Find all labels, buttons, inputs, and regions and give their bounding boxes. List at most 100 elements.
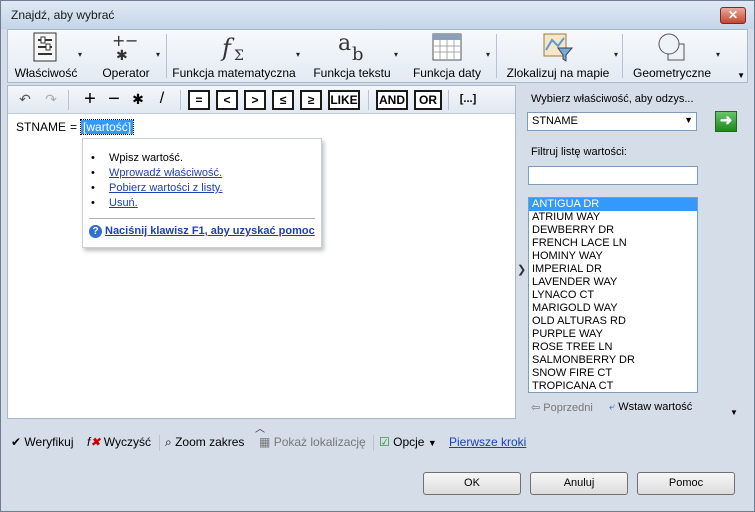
- ribbon-separator: [496, 34, 497, 78]
- ribbon-separator: [166, 34, 167, 78]
- list-item[interactable]: PURPLE WAY: [529, 328, 697, 341]
- list-item[interactable]: MARIGOLD WAY: [529, 302, 697, 315]
- expression-text[interactable]: STNAME = [wartość]: [16, 119, 135, 135]
- and-button[interactable]: AND: [376, 90, 408, 110]
- chevron-down-icon[interactable]: ▾: [78, 50, 82, 59]
- hint-text: Wpisz wartość.: [109, 152, 183, 164]
- zoom-label: Zoom zakres: [175, 435, 245, 449]
- list-item[interactable]: OLD ALTURAS RD: [529, 315, 697, 328]
- plus-button[interactable]: +: [80, 89, 100, 110]
- expression-operator[interactable]: =: [70, 120, 77, 134]
- filter-input[interactable]: [528, 166, 698, 185]
- insert-value-label: Wstaw wartość: [618, 401, 693, 413]
- list-item[interactable]: LYNACO CT: [529, 289, 697, 302]
- ribbon-label: Właściwość: [14, 66, 78, 80]
- list-item[interactable]: FRENCH LACE LN: [529, 237, 697, 250]
- list-item[interactable]: SNOW FIRE CT: [529, 367, 697, 380]
- chevron-down-icon[interactable]: ▾: [716, 50, 720, 59]
- ribbon-date-function-button[interactable]: Funkcja daty ▾: [404, 30, 490, 82]
- chevron-down-icon[interactable]: ▾: [486, 50, 490, 59]
- list-item[interactable]: HOMINY WAY: [529, 250, 697, 263]
- window-title: Znajdź, aby wybrać: [11, 8, 115, 22]
- redo-icon[interactable]: ↷: [40, 90, 62, 110]
- minus-button[interactable]: −: [104, 89, 124, 110]
- zoom-extent-button[interactable]: ⌕ Zoom zakres: [165, 435, 244, 450]
- getting-started-link[interactable]: Pierwsze kroki: [449, 435, 526, 449]
- ribbon-operator-button[interactable]: + − ✱ Operator ▾: [92, 30, 160, 82]
- chevron-down-icon[interactable]: ▾: [296, 50, 300, 59]
- insert-value-button[interactable]: ⤶ Wstaw wartość: [609, 401, 692, 414]
- chevron-down-icon: ▼: [427, 438, 437, 448]
- equals-button[interactable]: =: [188, 90, 210, 110]
- undo-icon[interactable]: ↶: [14, 90, 36, 110]
- less-equal-button[interactable]: ≤: [272, 90, 294, 110]
- svg-text:Σ: Σ: [234, 48, 244, 62]
- greater-equal-button[interactable]: ≥: [300, 90, 322, 110]
- options-dropdown[interactable]: ☑ Opcje ▼: [379, 435, 437, 449]
- chevron-down-icon[interactable]: ▼: [684, 115, 693, 125]
- ribbon-overflow-icon[interactable]: ▼: [737, 71, 745, 80]
- list-item[interactable]: DEWBERRY DR: [529, 224, 697, 237]
- list-item[interactable]: ANTIGUA DR: [529, 198, 697, 211]
- arrow-right-icon: ➜: [719, 112, 733, 129]
- ribbon-geometry-button[interactable]: Geometryczne ▾: [624, 30, 720, 82]
- chevron-down-icon[interactable]: ▾: [394, 50, 398, 59]
- list-item[interactable]: ROSE TREE LN: [529, 341, 697, 354]
- enter-property-link[interactable]: Wprowadź właściwość.: [109, 167, 222, 179]
- expression-value-placeholder[interactable]: [wartość]: [80, 119, 135, 135]
- help-link[interactable]: ? Naciśnij klawisz F1, aby uzyskać pomoc: [89, 225, 315, 238]
- hint-item[interactable]: Usuń.: [89, 196, 223, 211]
- ribbon-text-function-button[interactable]: ab Funkcja tekstu ▾: [306, 30, 398, 82]
- clear-button[interactable]: f✖ Wyczyść: [87, 435, 151, 449]
- or-button[interactable]: OR: [414, 90, 442, 110]
- list-button[interactable]: [...]: [456, 90, 480, 110]
- toolbar-separator: [368, 90, 369, 110]
- chevron-down-icon[interactable]: ▾: [614, 50, 618, 59]
- ribbon-locate-on-map-button[interactable]: Zlokalizuj na mapie ▾: [498, 30, 618, 82]
- expression-field[interactable]: STNAME: [16, 120, 66, 134]
- ribbon-math-function-button[interactable]: fΣ Funkcja matematyczna ▾: [168, 30, 300, 82]
- property-dropdown[interactable]: STNAME ▼: [527, 112, 697, 131]
- value-hint-popup: Wpisz wartość. Wprowadź właściwość. Pobi…: [82, 138, 322, 248]
- list-item[interactable]: SALMONBERRY DR: [529, 354, 697, 367]
- clear-formula-icon: f✖: [87, 435, 101, 449]
- help-link-text[interactable]: Naciśnij klawisz F1, aby uzyskać pomoc: [105, 225, 315, 237]
- like-button[interactable]: LIKE: [328, 90, 360, 110]
- hint-item[interactable]: Pobierz wartości z listy.: [89, 181, 223, 196]
- checkmark-icon: ✔: [11, 435, 22, 449]
- ribbon-property-button[interactable]: Właściwość ▾: [10, 30, 82, 82]
- list-item[interactable]: ATRIUM WAY: [529, 211, 697, 224]
- greater-than-button[interactable]: >: [244, 90, 266, 110]
- verify-button[interactable]: ✔ Weryfikuj: [11, 435, 74, 449]
- delete-link[interactable]: Usuń.: [109, 197, 138, 209]
- less-than-button[interactable]: <: [216, 90, 238, 110]
- previous-button[interactable]: ⇦ Poprzedni: [531, 401, 593, 414]
- list-item[interactable]: LAVENDER WAY: [529, 276, 697, 289]
- close-icon: ✕: [727, 8, 739, 22]
- hint-item[interactable]: Wprowadź właściwość.: [89, 166, 223, 181]
- hint-item: Wpisz wartość.: [89, 151, 223, 166]
- filter-label: Filtruj listę wartości:: [531, 146, 627, 158]
- select-property-label: Wybierz właściwość, aby odzys...: [531, 93, 694, 105]
- title-bar: Znajdź, aby wybrać ✕: [1, 1, 754, 29]
- cancel-button[interactable]: Anuluj: [530, 472, 628, 495]
- get-values-from-list-link[interactable]: Pobierz wartości z listy.: [109, 182, 223, 194]
- math-function-icon: fΣ: [220, 34, 244, 62]
- close-button[interactable]: ✕: [720, 7, 746, 24]
- ribbon-toolbar: Właściwość ▾ + − ✱ Operator ▾ fΣ Funkcja m…: [7, 29, 748, 83]
- divide-button[interactable]: /: [152, 90, 172, 110]
- ok-button[interactable]: OK: [423, 472, 521, 495]
- ribbon-label: Funkcja matematyczna: [172, 66, 296, 80]
- help-button[interactable]: Pomoc: [637, 472, 735, 495]
- multiply-button[interactable]: ✱: [128, 90, 148, 110]
- chevron-down-icon[interactable]: ▾: [156, 50, 160, 59]
- expression-editor[interactable]: ↶ ↷ + − ✱ / = < > ≤ ≥ LIKE AND OR [...] …: [7, 85, 516, 419]
- popup-divider: [89, 218, 315, 219]
- panel-overflow-icon[interactable]: ▼: [730, 408, 738, 417]
- ribbon-label: Zlokalizuj na mapie: [506, 66, 610, 80]
- values-list[interactable]: ANTIGUA DR ATRIUM WAY DEWBERRY DR FRENCH LA…: [528, 197, 698, 393]
- show-locations-button[interactable]: ▦ Pokaż lokalizację: [259, 435, 366, 449]
- list-item[interactable]: TROPICANA CT: [529, 380, 697, 392]
- go-arrow-button[interactable]: ➜: [715, 111, 737, 132]
- list-item[interactable]: IMPERIAL DR: [529, 263, 697, 276]
